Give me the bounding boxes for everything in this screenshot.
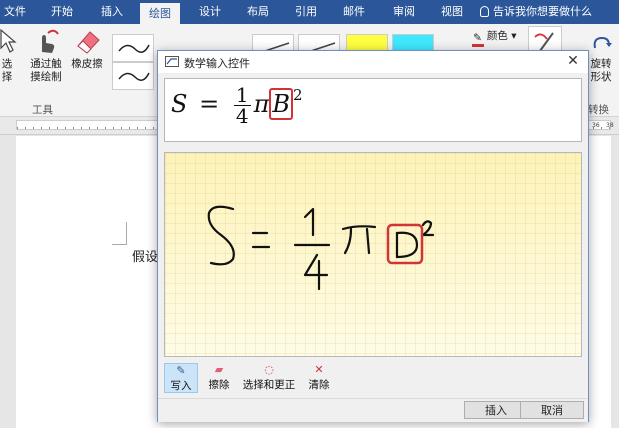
ink-stroke-pi-left	[343, 227, 353, 255]
ink-stroke-pi-right	[365, 227, 371, 255]
tab-design[interactable]: 设计	[190, 0, 230, 24]
pen-stroke-icon	[118, 44, 150, 53]
canvas-tools: ✎ 写入 ▰ 擦除 ◌ 选择和更正 ✕ 清除	[164, 361, 582, 395]
select-correct-tool-label: 选择和更正	[242, 379, 296, 391]
close-icon[interactable]: ✕	[566, 54, 580, 68]
draw-touch-label-2: 摸绘制	[30, 71, 62, 83]
tab-mailings[interactable]: 邮件	[334, 0, 374, 24]
math-input-dialog: 数学输入控件 ✕ S = 1 4 πB2 ✎ 写入 ▰ 擦除 ◌ 选择和更正 ✕…	[157, 50, 589, 422]
select-correct-tool-button[interactable]: ◌ 选择和更正	[240, 363, 298, 393]
handwritten-ink	[207, 205, 435, 291]
color-label: 颜色	[486, 30, 508, 42]
clear-tool-button[interactable]: ✕ 清除	[304, 363, 334, 393]
handwriting-canvas[interactable]	[164, 152, 582, 357]
rotate-shape-icon	[593, 36, 612, 49]
insert-button[interactable]: 插入	[464, 401, 528, 419]
recognized-formula: S = 1 4 πB2	[171, 85, 303, 126]
ruler-number: 38	[606, 122, 614, 129]
eraser-icon	[77, 31, 100, 54]
write-tool-label: 写入	[170, 380, 192, 392]
ink-stroke-one	[303, 207, 315, 237]
pen-icon: ✎	[176, 364, 186, 377]
ink-stroke-four-a	[303, 253, 329, 277]
dialog-title: 数学输入控件	[184, 57, 250, 70]
formula-fraction: 1 4	[233, 83, 251, 128]
select-label-1: 选	[1, 58, 13, 70]
formula-preview[interactable]: S = 1 4 πB2	[164, 78, 582, 142]
tab-insert[interactable]: 插入	[92, 0, 132, 24]
pen-stroke-icon	[118, 72, 150, 81]
pen-swatch-2[interactable]	[112, 62, 154, 90]
cancel-button[interactable]: 取消	[520, 401, 584, 419]
eraser-label: 橡皮擦	[71, 58, 103, 70]
select-button[interactable]: 选 择	[0, 28, 18, 84]
eraser-icon: ▰	[214, 363, 224, 376]
ruler-number: 36	[592, 122, 600, 129]
select-label-2: 择	[1, 71, 13, 83]
ribbon-tab-bar: 文件 开始 插入 绘图 设计 布局 引用 邮件 审阅 视图 告诉我你想要做什么	[0, 0, 619, 24]
tab-view[interactable]: 视图	[432, 0, 472, 24]
tell-me-text: 告诉我你想要做什么	[493, 5, 592, 18]
color-dropdown[interactable]: ✎ 颜色 ▾	[466, 30, 522, 47]
convert-group-label: 转换	[588, 104, 609, 116]
dialog-titlebar[interactable]: 数学输入控件 ✕	[158, 51, 588, 73]
tab-file[interactable]: 文件	[0, 0, 30, 24]
formula-lhs: S	[171, 90, 188, 118]
tab-review[interactable]: 审阅	[384, 0, 424, 24]
ink-stroke-two	[421, 220, 435, 237]
draw-touch-label-1: 通过触	[30, 58, 62, 70]
ink-stroke-s	[207, 205, 235, 266]
tab-references[interactable]: 引用	[286, 0, 326, 24]
ink-stroke-pi-top	[341, 225, 377, 231]
select-arrow-icon	[0, 28, 17, 53]
tab-home[interactable]: 开始	[44, 0, 80, 24]
erase-tool-button[interactable]: ▰ 擦除	[204, 363, 234, 393]
formula-equals: =	[199, 90, 220, 118]
touch-draw-icon	[42, 29, 59, 53]
clear-icon: ✕	[314, 363, 324, 376]
tab-draw[interactable]: 绘图	[140, 3, 180, 24]
formula-exponent: 2	[293, 86, 303, 104]
fraction-numerator: 1	[233, 83, 251, 107]
pen-swatch-1[interactable]	[112, 34, 154, 62]
ink-stroke-d-bowl	[395, 231, 419, 259]
tools-group-label: 工具	[32, 104, 53, 116]
lightbulb-icon	[480, 6, 489, 17]
formula-pi: π	[253, 90, 270, 118]
write-tool-button[interactable]: ✎ 写入	[164, 363, 198, 393]
draw-with-touch-button[interactable]: 通过触 摸绘制	[28, 28, 64, 84]
chevron-down-icon: ▾	[511, 30, 517, 42]
formula-variable-highlighted[interactable]: B	[269, 88, 293, 120]
margin-corner-mark	[112, 222, 127, 245]
tell-me-search[interactable]: 告诉我你想要做什么	[480, 0, 592, 24]
erase-tool-label: 擦除	[208, 379, 230, 391]
pen-color-icon: ✎	[471, 32, 484, 47]
eraser-button[interactable]: 橡皮擦	[68, 28, 106, 71]
lasso-icon: ◌	[264, 363, 274, 376]
tab-layout[interactable]: 布局	[238, 0, 278, 24]
dialog-button-bar: 插入 取消	[158, 398, 588, 422]
math-input-app-icon	[165, 56, 179, 67]
clear-tool-label: 清除	[308, 379, 330, 391]
fraction-denominator: 4	[235, 104, 249, 128]
document-text[interactable]: 假设	[132, 246, 158, 265]
